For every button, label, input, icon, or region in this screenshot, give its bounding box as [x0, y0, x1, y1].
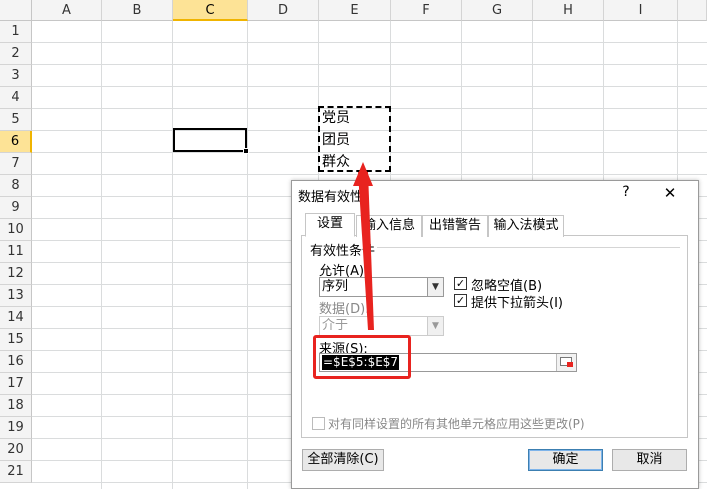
gridline-horizontal	[32, 64, 707, 65]
allow-chevron-down-icon[interactable]: ▼	[427, 278, 443, 296]
group-divider	[372, 247, 680, 248]
column-header-d[interactable]: D	[248, 0, 319, 21]
row-header-14[interactable]: 14	[0, 307, 32, 329]
column-header-e[interactable]: E	[319, 0, 391, 21]
column-header-f[interactable]: F	[391, 0, 462, 21]
tab-ime-mode[interactable]: 输入法模式	[488, 215, 564, 237]
fill-handle[interactable]	[243, 148, 249, 154]
row-header-16[interactable]: 16	[0, 351, 32, 373]
gridline-vertical	[172, 21, 173, 489]
annotation-box	[313, 335, 411, 379]
active-cell-c6[interactable]	[173, 128, 247, 152]
gridline-horizontal	[32, 42, 707, 43]
apply-all-label: 对有同样设置的所有其他单元格应用这些更改(P)	[328, 417, 585, 431]
cancel-button[interactable]: 取消	[612, 449, 687, 471]
tab-error-alert[interactable]: 出错警告	[422, 215, 488, 237]
row-header-10[interactable]: 10	[0, 219, 32, 241]
row-header-12[interactable]: 12	[0, 263, 32, 285]
apply-all-checkbox[interactable]	[312, 417, 325, 430]
row-header-21[interactable]: 21	[0, 461, 32, 483]
row-header-18[interactable]: 18	[0, 395, 32, 417]
row-header-2[interactable]: 2	[0, 43, 32, 65]
clear-all-button[interactable]: 全部清除(C)	[302, 449, 384, 471]
row-header-8[interactable]: 8	[0, 175, 32, 197]
gridline-vertical	[101, 21, 102, 489]
select-all-corner[interactable]	[0, 0, 32, 21]
row-header-9[interactable]: 9	[0, 197, 32, 219]
gridline-horizontal	[32, 86, 707, 87]
row-header-13[interactable]: 13	[0, 285, 32, 307]
row-header-5[interactable]: 5	[0, 109, 32, 131]
gridline-vertical	[247, 21, 248, 489]
column-header-a[interactable]: A	[32, 0, 102, 21]
close-icon[interactable]: ✕	[660, 184, 680, 204]
column-header-g[interactable]: G	[462, 0, 533, 21]
annotation-arrow	[353, 162, 374, 330]
row-header-3[interactable]: 3	[0, 65, 32, 87]
column-header-h[interactable]: H	[533, 0, 604, 21]
column-header-b[interactable]: B	[102, 0, 173, 21]
help-button[interactable]: ?	[618, 184, 634, 204]
row-header-19[interactable]: 19	[0, 417, 32, 439]
row-header-20[interactable]: 20	[0, 439, 32, 461]
row-header-15[interactable]: 15	[0, 329, 32, 351]
column-header-c[interactable]: C	[173, 0, 248, 21]
row-header-6[interactable]: 6	[0, 131, 32, 153]
data-chevron-down-icon[interactable]: ▼	[427, 317, 443, 335]
row-header-11[interactable]: 11	[0, 241, 32, 263]
row-header-7[interactable]: 7	[0, 153, 32, 175]
column-header-overflow[interactable]	[678, 0, 707, 21]
dropdown-arrow-label: 提供下拉箭头(I)	[471, 296, 563, 311]
ignore-blank-checkbox[interactable]: ✓	[454, 277, 467, 290]
dropdown-arrow-checkbox[interactable]: ✓	[454, 294, 467, 307]
column-header-i[interactable]: I	[604, 0, 678, 21]
row-header-4[interactable]: 4	[0, 87, 32, 109]
row-header-1[interactable]: 1	[0, 21, 32, 43]
row-header-17[interactable]: 17	[0, 373, 32, 395]
range-picker-icon[interactable]	[556, 354, 576, 371]
ok-button[interactable]: 确定	[528, 449, 603, 471]
